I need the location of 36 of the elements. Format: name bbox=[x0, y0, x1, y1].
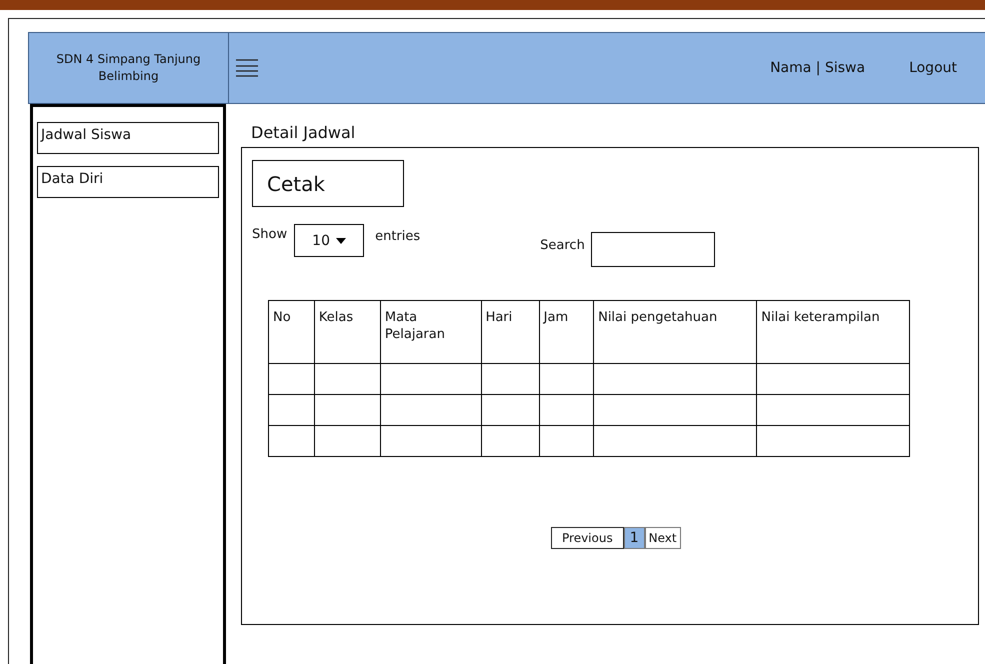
column-header: No bbox=[268, 300, 314, 364]
table-cell bbox=[539, 364, 594, 394]
user-label: Nama | Siswa bbox=[770, 60, 866, 76]
table-cell bbox=[481, 394, 540, 426]
table-cell bbox=[481, 426, 540, 456]
table-cell bbox=[268, 394, 314, 426]
sidebar-item[interactable]: Jadwal Siswa bbox=[37, 122, 219, 154]
page-button[interactable]: 1 bbox=[624, 527, 645, 549]
table-cell bbox=[268, 364, 314, 394]
table-cell bbox=[481, 364, 540, 394]
sidebar-item[interactable]: Data Diri bbox=[37, 166, 219, 198]
entries-label: entries bbox=[375, 229, 420, 244]
column-header: Jam bbox=[539, 300, 594, 364]
table-cell bbox=[314, 364, 380, 394]
caret-icon bbox=[336, 238, 346, 244]
column-header: Mata Pelajaran bbox=[380, 300, 482, 364]
column-header: Nilai pengetahuan bbox=[594, 300, 757, 364]
table-cell bbox=[539, 426, 594, 456]
search-field[interactable] bbox=[590, 232, 715, 267]
print-button[interactable]: Cetak bbox=[252, 160, 404, 207]
show-label: Show bbox=[252, 227, 288, 242]
column-header: Hari bbox=[481, 300, 540, 364]
table-cell bbox=[539, 394, 594, 426]
column-header: Nilai keterampilan bbox=[756, 300, 910, 364]
next-button[interactable]: Next bbox=[644, 527, 681, 549]
page-title: Detail Jadwal bbox=[251, 123, 356, 144]
previous-button[interactable]: Previous bbox=[551, 527, 624, 549]
logout-link[interactable]: Logout bbox=[909, 60, 957, 76]
search-label: Search bbox=[540, 238, 585, 253]
menu-icon[interactable] bbox=[236, 59, 258, 77]
entries-dropdown[interactable]: 10 bbox=[294, 224, 364, 257]
table-cell bbox=[268, 426, 314, 456]
table-cell bbox=[314, 394, 380, 426]
table-cell bbox=[314, 426, 380, 456]
school-name: SDN 4 Simpang Tanjung Belimbing bbox=[29, 33, 229, 103]
column-header: Kelas bbox=[314, 300, 380, 364]
